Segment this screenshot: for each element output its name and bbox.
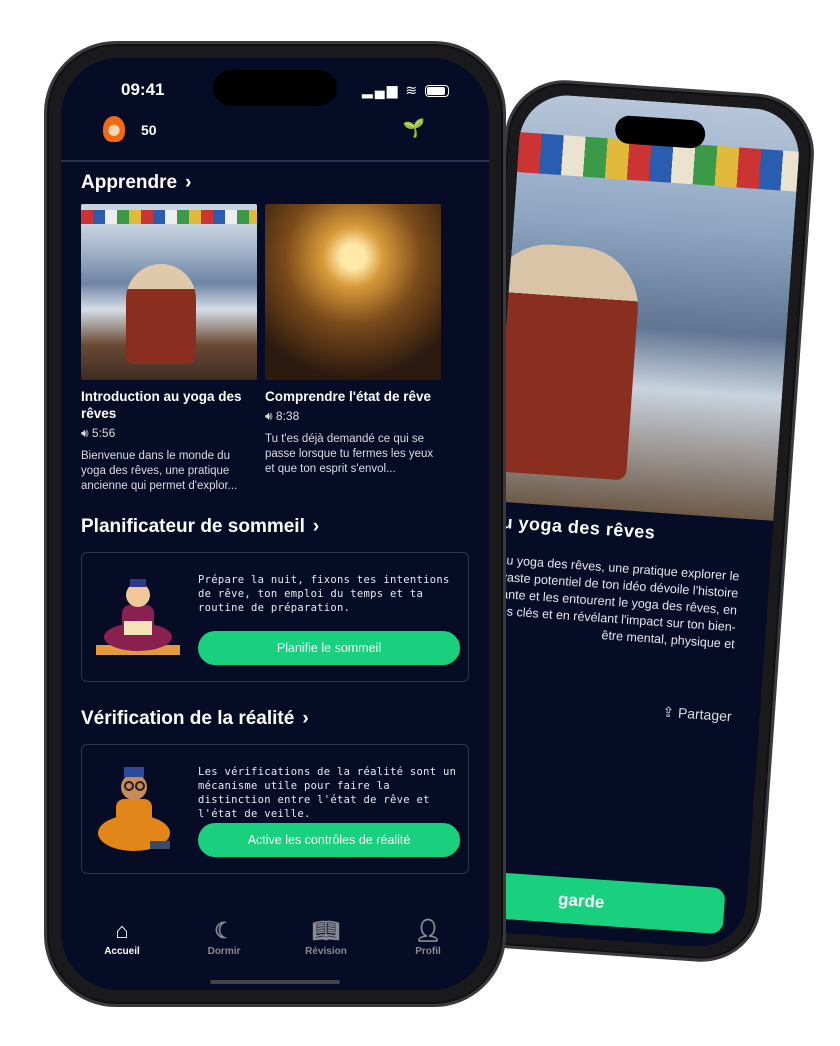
avatar[interactable] bbox=[103, 116, 125, 142]
front-phone: 09:41 ▂▄▆ ≋ 50 🌱 Apprendre › Introduction… bbox=[44, 41, 506, 1007]
monk-glasses-illustration bbox=[98, 767, 170, 851]
header-divider bbox=[61, 160, 489, 162]
battery-icon bbox=[425, 85, 449, 98]
chevron-right-icon: › bbox=[312, 516, 320, 537]
wifi-icon: ≋ bbox=[405, 82, 420, 98]
lesson-detail-screen: on au yoga des rêves de du yoga des rêve… bbox=[464, 92, 802, 950]
learn-section-header[interactable]: Apprendre › bbox=[81, 172, 191, 194]
lesson-title: Introduction au yoga des rêves bbox=[81, 389, 242, 421]
status-time: 09:41 bbox=[121, 80, 165, 99]
home-indicator[interactable] bbox=[210, 980, 340, 984]
sleep-planner-header[interactable]: Planificateur de sommeil › bbox=[81, 516, 319, 538]
home-screen: 09:41 ▂▄▆ ≋ 50 🌱 Apprendre › Introduction… bbox=[61, 58, 489, 990]
dynamic-island bbox=[213, 70, 337, 106]
reality-check-header[interactable]: Vérification de la réalité › bbox=[81, 708, 309, 730]
lesson-thumbnail bbox=[81, 204, 257, 380]
speaker-icon: 🔊︎ bbox=[81, 426, 92, 440]
lesson-duration: 🔊︎ 8:38 bbox=[265, 409, 300, 423]
share-button[interactable]: ⇪ Partager bbox=[662, 704, 732, 726]
moon-icon: ☾ bbox=[214, 918, 234, 943]
sleep-planner-text: Prépare la nuit, fixons tes intentions d… bbox=[198, 574, 450, 614]
nav-home[interactable]: ⌂ Accueil bbox=[82, 918, 162, 957]
chevron-right-icon: › bbox=[185, 172, 192, 193]
lesson-title: Comprendre l'état de rêve bbox=[265, 389, 432, 404]
nav-profile[interactable]: 👤︎ Profil bbox=[388, 918, 468, 957]
plan-sleep-button[interactable]: Planifie le sommeil bbox=[198, 631, 460, 665]
lesson-card[interactable]: Introduction au yoga des rêves 🔊︎ 5:56 B… bbox=[81, 204, 257, 494]
nav-review[interactable]: 📖︎ Révision bbox=[286, 918, 366, 957]
status-icons: ▂▄▆ ≋ bbox=[362, 82, 449, 99]
sleep-planner-card: Prépare la nuit, fixons tes intentions d… bbox=[81, 552, 469, 682]
person-icon: 👤︎ bbox=[414, 918, 442, 943]
book-icon: 📖︎ bbox=[312, 918, 340, 943]
home-icon: ⌂ bbox=[115, 918, 129, 943]
sprout-icon[interactable]: 🌱 bbox=[403, 118, 425, 139]
lesson-description: Tu t'es déjà demandé ce qui se passe lor… bbox=[265, 433, 434, 475]
nav-sleep[interactable]: ☾ Dormir bbox=[184, 918, 264, 957]
points-count: 50 bbox=[141, 122, 157, 138]
lesson-hero-image bbox=[476, 92, 802, 521]
lesson-description: Bienvenue dans le monde du yoga des rêve… bbox=[81, 450, 238, 492]
chevron-right-icon: › bbox=[302, 708, 309, 729]
lesson-duration: 🔊︎ 5:56 bbox=[81, 426, 116, 440]
monk-reading-illustration bbox=[96, 579, 180, 655]
lesson-thumbnail bbox=[265, 204, 441, 380]
enable-reality-checks-button[interactable]: Active les contrôles de réalité bbox=[198, 823, 460, 857]
bottom-nav: ⌂ Accueil ☾ Dormir 📖︎ Révision 👤︎ Profil bbox=[61, 918, 489, 957]
speaker-icon: 🔊︎ bbox=[265, 409, 276, 423]
share-icon: ⇪ bbox=[661, 703, 679, 721]
signal-icon: ▂▄▆ bbox=[362, 82, 400, 98]
reality-check-text: Les vérifications de la réalité sont un … bbox=[198, 766, 457, 820]
lesson-card[interactable]: Comprendre l'état de rêve 🔊︎ 8:38 Tu t'e… bbox=[265, 204, 441, 477]
reality-check-card: Les vérifications de la réalité sont un … bbox=[81, 744, 469, 874]
